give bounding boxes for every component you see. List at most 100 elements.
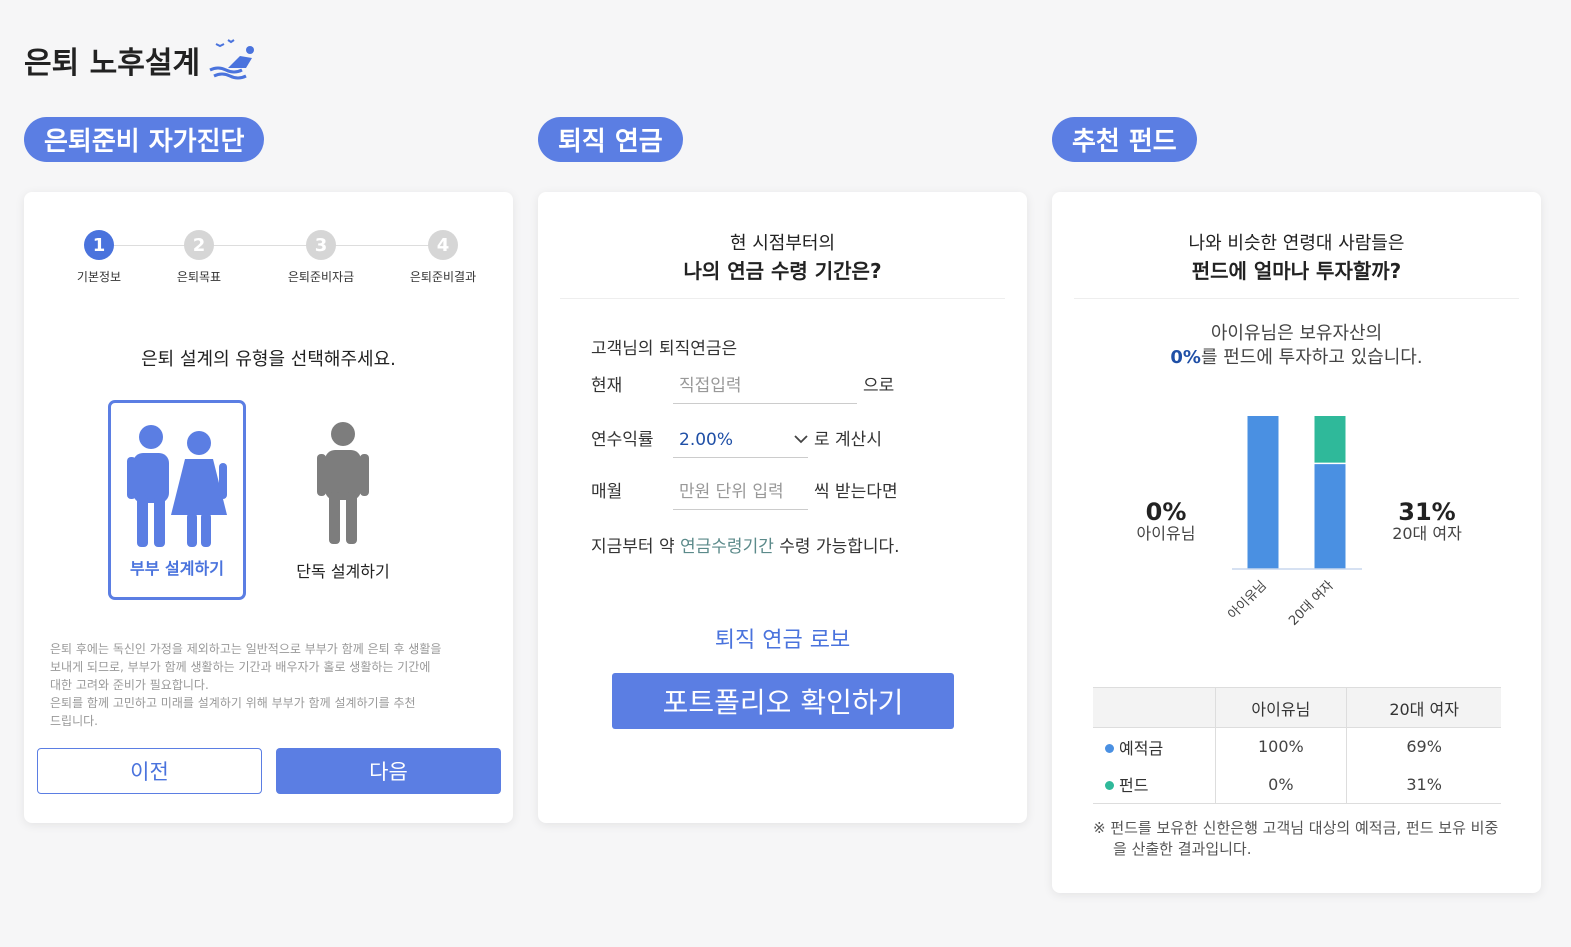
bar-deposit-1 <box>1247 416 1279 569</box>
plan-description-line: 보내게 되므로, 부부가 함께 생활하는 기간과 배우자가 홀로 생활하는 기간… <box>50 660 431 674</box>
couple-icon <box>127 425 227 547</box>
fund-header-main: 펀드에 얼마나 투자할까? <box>1191 259 1402 283</box>
chart-bars <box>1247 416 1346 569</box>
left-callout-value: 0% <box>1146 498 1187 526</box>
single-plan-option[interactable]: 단독 설계하기 <box>274 400 412 600</box>
fund-card: 나와 비슷한 연령대 사람들은 펀드에 얼마나 투자할까? 아이유님은 보유자산… <box>1052 192 1541 893</box>
monthly-suffix: 씩 받는다면 <box>814 482 898 502</box>
pension-header-main: 나의 연금 수령 기간은? <box>683 259 882 283</box>
prev-button[interactable]: 이전 <box>37 748 262 794</box>
plan-description-line: 은퇴를 함께 고민하고 미래를 설계하기 위해 부부가 함께 설계하기를 추천 <box>50 696 416 710</box>
current-amount-row: 현재 으로 <box>591 368 894 404</box>
diagnosis-card: 1 기본정보 2 은퇴목표 3 은퇴준비자금 4 은퇴준비결과 은퇴 설계의 유… <box>24 192 513 823</box>
bar-deposit-2 <box>1314 463 1346 569</box>
fund-table-cell: 100% <box>1214 727 1347 766</box>
rate-select[interactable]: 2.00% <box>673 422 808 458</box>
fund-legend-dot <box>1105 781 1114 791</box>
fund-label: 펀드 <box>1119 776 1149 796</box>
fund-header: 나와 비슷한 연령대 사람들은 펀드에 얼마나 투자할까? <box>1074 232 1519 299</box>
pension-header-sub: 현 시점부터의 <box>729 233 836 254</box>
fund-note: ※ 펀드를 보유한 신한은행 고객님 대상의 예적금, 펀드 보유 비중을 산출… <box>1093 819 1499 858</box>
fund-table-header-row: 아이유님 20대 여자 <box>1093 687 1501 728</box>
deposit-legend-dot <box>1105 743 1114 753</box>
page-title: 은퇴 노후설계 <box>24 38 262 82</box>
fund-chart: 0% 아이유님 31% 20대 여자 아이유님 20대 여자 <box>1137 416 1462 629</box>
current-amount-label: 현재 <box>591 376 623 396</box>
table-row: 예적금 100% 69% <box>1093 727 1501 766</box>
section-pill-fund: 추천 펀드 <box>1052 117 1197 162</box>
rate-row: 연수익률 2.00% 로 계산시 <box>591 422 882 458</box>
fund-table-cell: 31% <box>1346 765 1501 804</box>
beach-chair-icon <box>209 39 255 80</box>
step-4-circle: 4 <box>428 230 458 260</box>
bar-fund-2 <box>1314 416 1346 464</box>
pension-result: 지금부터 약 연금수령기간 수령 가능합니다. <box>591 532 900 557</box>
result-suffix: 수령 가능합니다. <box>773 537 900 557</box>
fund-info-text: 를 펀드에 투자하고 있습니다. <box>1200 347 1423 368</box>
step-3-label: 은퇴준비자금 <box>287 270 355 284</box>
rate-value: 2.00% <box>679 429 734 450</box>
monthly-amount-input[interactable] <box>673 474 808 510</box>
deposit-label: 예적금 <box>1119 738 1164 758</box>
single-person-icon <box>317 422 369 544</box>
fund-table-cell: 0% <box>1214 765 1347 804</box>
fund-info-pct: 0% <box>1170 347 1201 368</box>
result-prefix: 지금부터 약 <box>591 537 681 557</box>
pension-robo-label: 퇴직 연금 로보 <box>714 628 851 653</box>
current-amount-input[interactable] <box>673 368 857 404</box>
result-period: 연금수령기간 <box>680 537 774 557</box>
chart-x-labels: 아이유님 20대 여자 <box>1225 578 1336 629</box>
step-2: 2 은퇴목표 <box>154 230 244 285</box>
page-title-text: 은퇴 노후설계 <box>24 46 201 81</box>
right-callout-label: 20대 여자 <box>1392 524 1462 543</box>
plan-description: 은퇴 후에는 독신인 가정을 제외하고는 일반적으로 부부가 함께 은퇴 후 생… <box>50 640 480 730</box>
stepper-line <box>100 245 432 246</box>
plan-description-line: 대한 고려와 준비가 필요합니다. <box>50 678 209 692</box>
fund-info: 아이유님은 보유자산의 0%를 펀드에 투자하고 있습니다. <box>1052 322 1541 370</box>
x-tick-label: 20대 여자 <box>1286 578 1337 629</box>
fund-table-row-label: 예적금 <box>1093 728 1215 766</box>
couple-plan-label: 부부 설계하기 <box>130 559 224 578</box>
step-4: 4 은퇴준비결과 <box>398 230 488 285</box>
section-pill-pension: 퇴직 연금 <box>538 117 683 162</box>
portfolio-check-button[interactable]: 포트폴리오 확인하기 <box>612 673 954 729</box>
fund-table: 아이유님 20대 여자 예적금 100% 69% 펀드 0% 31% <box>1093 687 1501 804</box>
fund-table-header-me: 아이유님 <box>1214 687 1347 728</box>
monthly-row: 매월 씩 받는다면 <box>591 474 898 510</box>
table-row: 펀드 0% 31% <box>1093 765 1501 804</box>
next-button[interactable]: 다음 <box>276 748 501 794</box>
step-1-label: 기본정보 <box>76 270 122 284</box>
rate-label: 연수익률 <box>591 430 654 450</box>
step-3-circle: 3 <box>306 230 336 260</box>
step-4-label: 은퇴준비결과 <box>409 270 477 284</box>
step-2-label: 은퇴목표 <box>176 270 222 284</box>
step-1: 1 기본정보 <box>54 230 144 285</box>
fund-table-header-peer: 20대 여자 <box>1346 687 1501 728</box>
pension-header: 현 시점부터의 나의 연금 수령 기간은? <box>560 232 1005 299</box>
x-tick-label: 아이유님 <box>1225 578 1269 622</box>
rate-suffix: 로 계산시 <box>814 430 882 450</box>
fund-table-header-empty <box>1093 687 1215 728</box>
step-1-circle: 1 <box>84 230 114 260</box>
fund-header-sub: 나와 비슷한 연령대 사람들은 <box>1188 233 1405 254</box>
monthly-label: 매월 <box>591 482 623 502</box>
fund-info-line2: 0%를 펀드에 투자하고 있습니다. <box>1052 346 1541 370</box>
type-question: 은퇴 설계의 유형을 선택해주세요. <box>141 349 396 370</box>
pension-intro: 고객님의 퇴직연금은 <box>591 339 738 359</box>
single-plan-label: 단독 설계하기 <box>296 562 390 581</box>
fund-table-cell: 69% <box>1346 727 1501 766</box>
current-amount-suffix: 으로 <box>863 376 895 396</box>
plan-description-line: 은퇴 후에는 독신인 가정을 제외하고는 일반적으로 부부가 함께 은퇴 후 생… <box>50 642 442 656</box>
left-callout-label: 아이유님 <box>1137 524 1196 543</box>
step-3: 3 은퇴준비자금 <box>276 230 366 285</box>
plan-description-line: 드립니다. <box>50 714 98 728</box>
fund-info-line1: 아이유님은 보유자산의 <box>1210 323 1383 344</box>
pension-card: 현 시점부터의 나의 연금 수령 기간은? 고객님의 퇴직연금은 현재 으로 연… <box>538 192 1027 823</box>
fund-table-row-label: 펀드 <box>1093 765 1215 804</box>
step-2-circle: 2 <box>184 230 214 260</box>
stepper: 1 기본정보 2 은퇴목표 3 은퇴준비자금 4 은퇴준비결과 <box>54 230 484 284</box>
chevron-down-icon <box>794 432 808 448</box>
couple-plan-option[interactable]: 부부 설계하기 <box>108 400 246 600</box>
section-pill-diagnosis: 은퇴준비 자가진단 <box>24 117 265 162</box>
right-callout-value: 31% <box>1398 498 1455 526</box>
